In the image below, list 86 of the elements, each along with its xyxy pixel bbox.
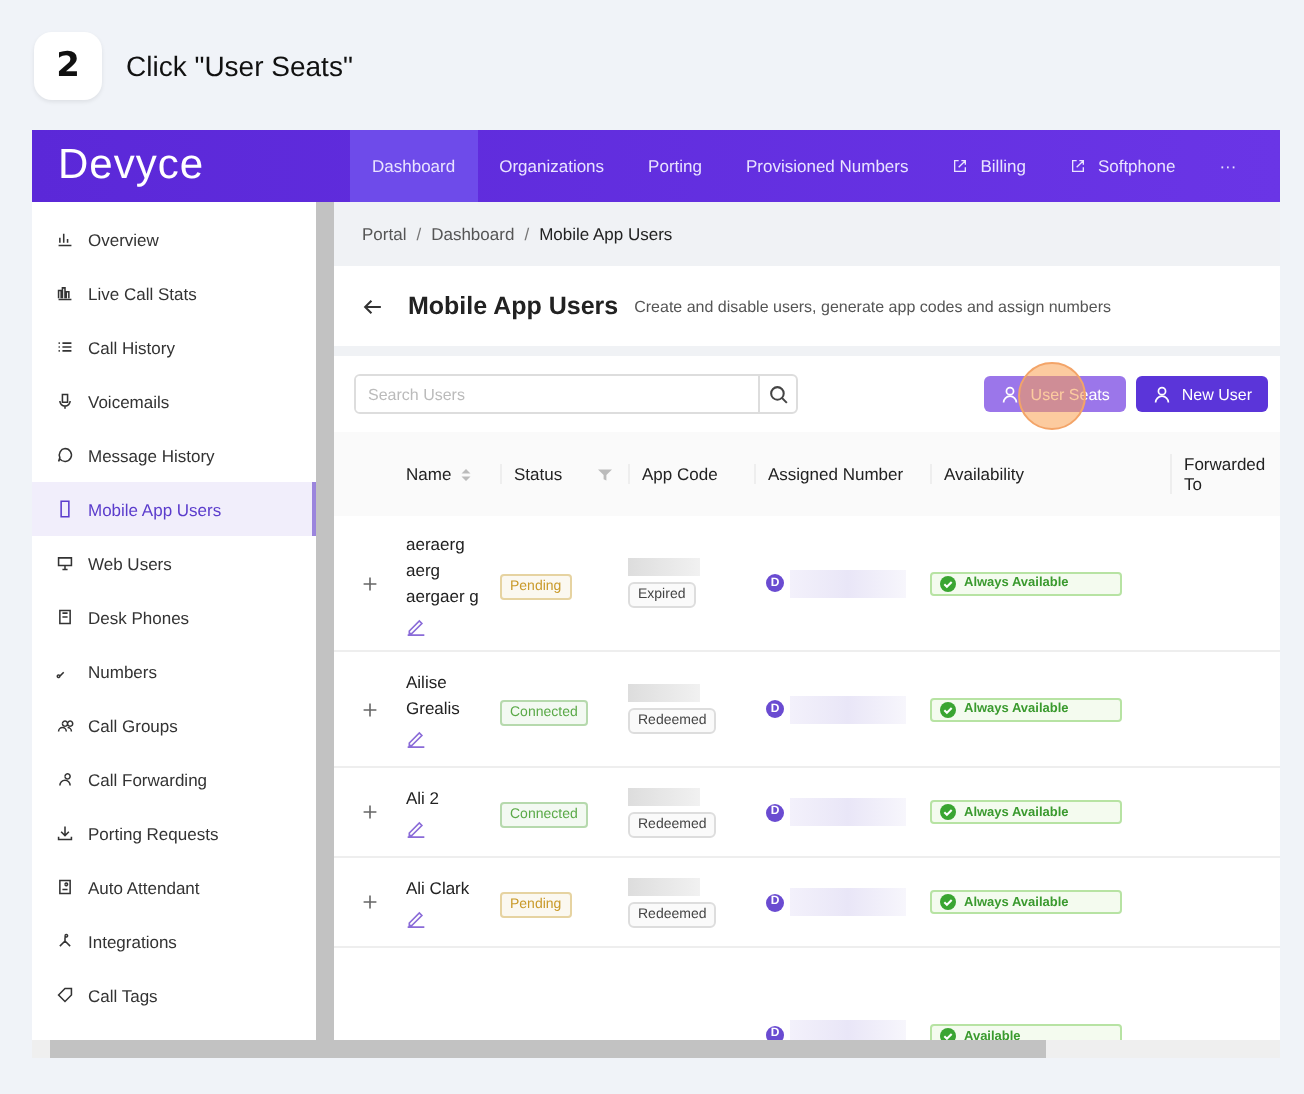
sidebar-item[interactable]: Voicemails: [32, 374, 316, 428]
sidebar-item[interactable]: Call History: [32, 320, 316, 374]
breadcrumb-link[interactable]: Dashboard: [431, 224, 515, 244]
breadcrumb-current: Mobile App Users: [539, 224, 673, 244]
column-header[interactable]: Forwarded To: [1170, 454, 1280, 494]
expand-row-icon[interactable]: [362, 804, 378, 820]
sidebar-item[interactable]: Porting Requests: [32, 806, 316, 860]
nav-tab[interactable]: ···: [1197, 130, 1259, 202]
redacted-number: [790, 569, 906, 597]
user-name: aeraerg aerg aergaer g: [406, 531, 481, 609]
redacted-number: [790, 798, 906, 826]
new-user-button[interactable]: New User: [1135, 376, 1268, 412]
check-circle-icon: [940, 701, 956, 717]
user-icon: [1151, 384, 1172, 404]
menu-item-icon: [56, 608, 74, 626]
breadcrumb-separator: /: [524, 224, 530, 244]
redacted-code: [628, 787, 700, 805]
expand-row-icon[interactable]: [362, 575, 378, 591]
back-arrow-icon[interactable]: [362, 295, 384, 317]
redacted-code: [628, 558, 700, 576]
horizontal-scrollbar[interactable]: [32, 1040, 1280, 1058]
menu-item-icon: [56, 824, 74, 842]
menu-item-icon: [56, 878, 74, 896]
menu-item-icon: [56, 392, 74, 410]
user-name: Ailise Grealis: [406, 670, 462, 722]
check-circle-icon: [940, 804, 956, 820]
sidebar-item[interactable]: Message History: [32, 428, 316, 482]
menu-item-icon: [56, 932, 74, 950]
sidebar-item[interactable]: Call Tags: [32, 968, 316, 1022]
page-title: Mobile App Users: [408, 292, 619, 320]
breadcrumb-separator: /: [416, 224, 422, 244]
user-icon: [1000, 384, 1021, 404]
check-circle-icon: [940, 1028, 956, 1040]
nav-tab[interactable]: Dashboard: [350, 130, 478, 202]
sidebar-item[interactable]: Numbers: [32, 644, 316, 698]
check-circle-icon: [940, 575, 956, 591]
page-subtitle: Create and disable users, generate app codes and assign numbers: [634, 297, 1111, 315]
edit-icon[interactable]: [406, 818, 426, 838]
nav-tab[interactable]: Softphone: [1047, 130, 1198, 202]
column-header[interactable]: Status: [500, 464, 628, 484]
redacted-code: [628, 877, 700, 895]
sidebar-item[interactable]: Call Forwarding: [32, 752, 316, 806]
brand-logo: Devyce: [56, 142, 207, 190]
search-icon: [767, 383, 789, 405]
expand-row-icon[interactable]: [362, 701, 378, 717]
column-header[interactable]: App Code: [628, 464, 754, 484]
sidebar-item[interactable]: Live Call Stats: [32, 266, 316, 320]
sidebar-item[interactable]: Call Groups: [32, 698, 316, 752]
user-name: Ali 2: [406, 786, 440, 812]
menu-item-icon: [56, 770, 74, 788]
redacted-code: [628, 684, 700, 702]
menu-item-icon: [56, 230, 74, 248]
sidebar-item[interactable]: Auto Attendant: [32, 860, 316, 914]
menu-item-icon: [56, 446, 74, 464]
menu-item-icon: [56, 986, 74, 1004]
menu-item-icon: [56, 716, 74, 734]
user-name: Ali Clark: [406, 876, 470, 902]
search-field[interactable]: Search Users: [354, 374, 798, 414]
step-instruction: Click "User Seats": [126, 49, 353, 81]
column-header[interactable]: Name: [406, 464, 500, 484]
sidebar-item[interactable]: Mobile App Users: [32, 482, 316, 536]
menu-item-icon: [56, 500, 74, 518]
vertical-scrollbar[interactable]: [316, 202, 334, 1040]
sidebar-item[interactable]: Overview: [32, 212, 316, 266]
sidebar-item[interactable]: Desk Phones: [32, 590, 316, 644]
edit-icon[interactable]: [406, 615, 426, 635]
breadcrumb-link[interactable]: Portal: [362, 224, 407, 244]
edit-icon[interactable]: [406, 728, 426, 748]
edit-icon[interactable]: [406, 908, 426, 928]
nav-tab[interactable]: Organizations: [477, 130, 627, 202]
sidebar-item[interactable]: Web Users: [32, 536, 316, 590]
menu-item-icon: [56, 284, 74, 302]
step-number-badge: 2: [34, 31, 102, 99]
expand-row-icon[interactable]: [362, 894, 378, 910]
column-header[interactable]: Assigned Number: [754, 464, 930, 484]
nav-tab[interactable]: Porting: [626, 130, 724, 202]
menu-item-icon: [56, 338, 74, 356]
column-header[interactable]: Availability: [930, 464, 1170, 484]
check-circle-icon: [940, 894, 956, 910]
redacted-number: [790, 888, 906, 916]
redacted-number: [790, 1020, 906, 1040]
menu-item-icon: [56, 554, 74, 572]
nav-tab[interactable]: Provisioned Numbers: [723, 130, 931, 202]
redacted-number: [790, 695, 906, 723]
nav-tab[interactable]: Billing: [930, 130, 1048, 202]
sidebar-item[interactable]: Integrations: [32, 914, 316, 968]
